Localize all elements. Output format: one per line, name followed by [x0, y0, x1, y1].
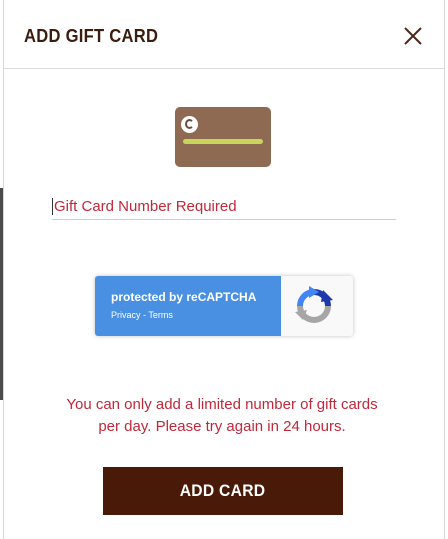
modal-title: ADD GIFT CARD	[24, 26, 159, 46]
recaptcha-logo-icon	[295, 286, 333, 323]
recaptcha-terms-link[interactable]: Terms	[148, 310, 173, 320]
close-button[interactable]	[402, 25, 424, 47]
gift-card-number-input[interactable]	[52, 194, 396, 218]
daily-limit-error-message: You can only add a limited number of gif…	[66, 396, 378, 435]
recaptcha-panel: protected by reCAPTCHA Privacy - Terms	[95, 276, 281, 336]
close-icon	[404, 27, 422, 45]
gift-card-image	[175, 107, 271, 167]
gift-card-logo-icon	[181, 116, 198, 133]
add-card-button-label: ADD CARD	[180, 481, 266, 500]
recaptcha-privacy-link[interactable]: Privacy	[111, 310, 141, 320]
add-card-button[interactable]: ADD CARD	[103, 467, 343, 515]
modal-header: ADD GIFT CARD	[4, 0, 444, 69]
recaptcha-title: protected by reCAPTCHA	[111, 290, 257, 304]
recaptcha-links: Privacy - Terms	[111, 310, 173, 320]
gift-card-stripe	[183, 139, 263, 144]
text-caret	[52, 198, 53, 215]
gift-card-field	[52, 194, 396, 220]
add-gift-card-modal: ADD GIFT CARD protected by reCAPTCHA Pri…	[3, 0, 445, 539]
recaptcha-badge[interactable]: protected by reCAPTCHA Privacy - Terms	[95, 276, 353, 336]
